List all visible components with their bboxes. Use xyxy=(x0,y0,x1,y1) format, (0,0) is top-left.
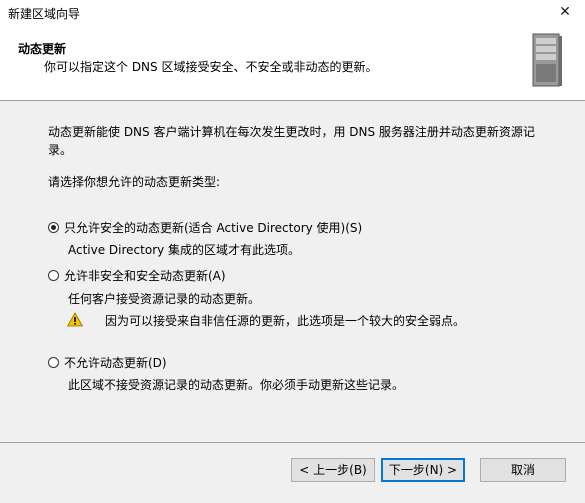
description-line-2: 录。 xyxy=(48,143,73,157)
close-button[interactable]: ✕ xyxy=(555,2,575,22)
radio-nonsecure-and-secure[interactable] xyxy=(48,270,59,281)
warning-icon xyxy=(67,312,83,327)
description-line-1: 动态更新能使 DNS 客户端计算机在每次发生更改时，用 DNS 服务器注册并动态… xyxy=(48,125,535,139)
back-button[interactable]: < 上一步(B) xyxy=(291,458,375,482)
wizard-header: 动态更新 你可以指定这个 DNS 区域接受安全、不安全或非动态的更新。 xyxy=(0,24,585,101)
option-nonsecure-and-secure-label[interactable]: 允许非安全和安全动态更新(A) xyxy=(64,267,226,284)
cancel-button[interactable]: 取消 xyxy=(480,458,566,482)
option-secure-only[interactable]: 只允许安全的动态更新(适合 Active Directory 使用)(S) xyxy=(48,219,362,236)
description: 动态更新能使 DNS 客户端计算机在每次发生更改时，用 DNS 服务器注册并动态… xyxy=(48,123,558,159)
window-title: 新建区域向导 xyxy=(8,7,81,21)
options-prompt: 请选择你想允许的动态更新类型: xyxy=(48,175,221,189)
option-secure-only-description: Active Directory 集成的区域才有此选项。 xyxy=(68,243,301,257)
page-title: 动态更新 xyxy=(18,42,67,56)
page-subtitle: 你可以指定这个 DNS 区域接受安全、不安全或非动态的更新。 xyxy=(44,60,378,74)
option-secure-only-label[interactable]: 只允许安全的动态更新(适合 Active Directory 使用)(S) xyxy=(64,219,362,236)
server-icon xyxy=(532,33,562,87)
option-nonsecure-and-secure[interactable]: 允许非安全和安全动态更新(A) xyxy=(48,267,226,284)
option-no-dynamic-update-label[interactable]: 不允许动态更新(D) xyxy=(64,354,167,371)
radio-no-dynamic-update[interactable] xyxy=(48,357,59,368)
radio-secure-only[interactable] xyxy=(48,222,59,233)
option-nonsecure-and-secure-description: 任何客户接受资源记录的动态更新。 xyxy=(68,292,261,306)
option-no-dynamic-update[interactable]: 不允许动态更新(D) xyxy=(48,354,167,371)
wizard-content: 动态更新能使 DNS 客户端计算机在每次发生更改时，用 DNS 服务器注册并动态… xyxy=(0,101,585,441)
option-no-dynamic-update-description: 此区域不接受资源记录的动态更新。你必须手动更新这些记录。 xyxy=(68,378,405,392)
next-button[interactable]: 下一步(N) > xyxy=(381,458,465,482)
title-bar: 新建区域向导 ✕ xyxy=(0,0,585,24)
warning-text: 因为可以接受来自非信任源的更新，此选项是一个较大的安全弱点。 xyxy=(105,314,466,328)
wizard-footer: < 上一步(B) 下一步(N) > 取消 xyxy=(0,442,585,503)
